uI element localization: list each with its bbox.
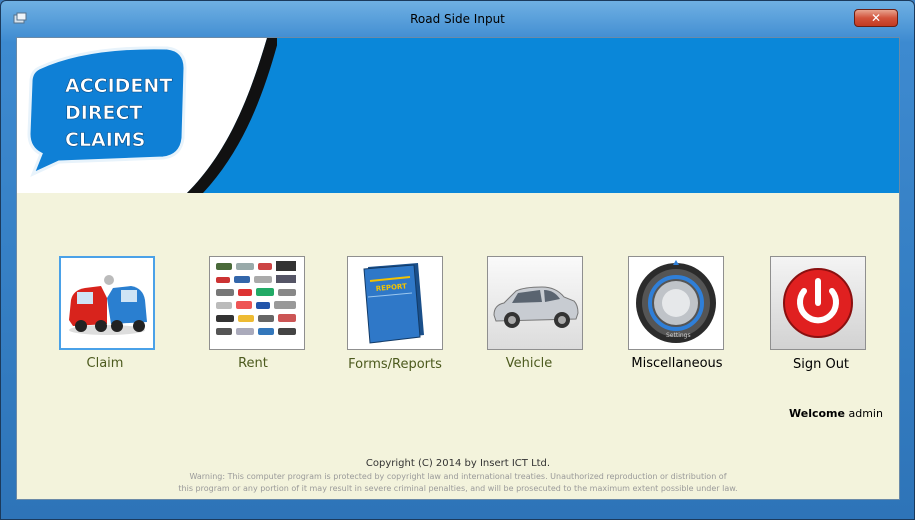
sign-out-button[interactable] xyxy=(770,256,866,350)
logo-line-1: ACCIDENT xyxy=(65,75,172,97)
app-window: Road Side Input ✕ ACCIDENT DIRECT CLAIMS xyxy=(0,0,915,520)
settings-dial-icon: Settings xyxy=(636,260,716,343)
window-title: Road Side Input xyxy=(410,12,505,26)
car-crash-icon xyxy=(69,275,147,335)
title-bar[interactable]: Road Side Input ✕ xyxy=(1,1,914,35)
sign-out-label[interactable]: Sign Out xyxy=(751,357,891,372)
rent-button[interactable] xyxy=(209,256,305,350)
claim-button[interactable] xyxy=(59,256,155,350)
accident-direct-claims-logo: ACCIDENT DIRECT CLAIMS xyxy=(17,38,277,193)
warning-line-2: this program or any portion of it may re… xyxy=(178,484,738,493)
copyright-text: Copyright (C) 2014 by Insert ICT Ltd. xyxy=(365,458,551,469)
claim-label[interactable]: Claim xyxy=(35,356,175,371)
logo-line-3: CLAIMS xyxy=(65,129,145,151)
forms-reports-button[interactable]: REPORT xyxy=(347,256,443,350)
settings-text: Settings xyxy=(666,332,691,339)
miscellaneous-label[interactable]: Miscellaneous xyxy=(607,356,747,371)
rent-label[interactable]: Rent xyxy=(183,356,323,371)
vehicle-button[interactable] xyxy=(487,256,583,350)
vehicle-label[interactable]: Vehicle xyxy=(459,356,599,371)
miscellaneous-button[interactable]: Settings xyxy=(628,256,724,350)
power-icon xyxy=(783,268,853,338)
logo-line-2: DIRECT xyxy=(65,102,142,124)
welcome-user: admin xyxy=(848,407,883,420)
client-area: ACCIDENT DIRECT CLAIMS Claim Rent REPORT… xyxy=(16,37,900,500)
vehicle-collection-icon xyxy=(216,261,296,335)
report-book-icon: REPORT xyxy=(363,263,424,344)
close-button[interactable]: ✕ xyxy=(854,9,898,27)
forms-reports-label[interactable]: Forms/Reports xyxy=(325,357,465,372)
welcome-prefix: Welcome xyxy=(789,407,845,420)
silver-car-icon xyxy=(493,286,579,328)
warning-line-1: Warning: This computer program is protec… xyxy=(189,472,727,481)
welcome-text: Welcome admin xyxy=(789,407,883,420)
